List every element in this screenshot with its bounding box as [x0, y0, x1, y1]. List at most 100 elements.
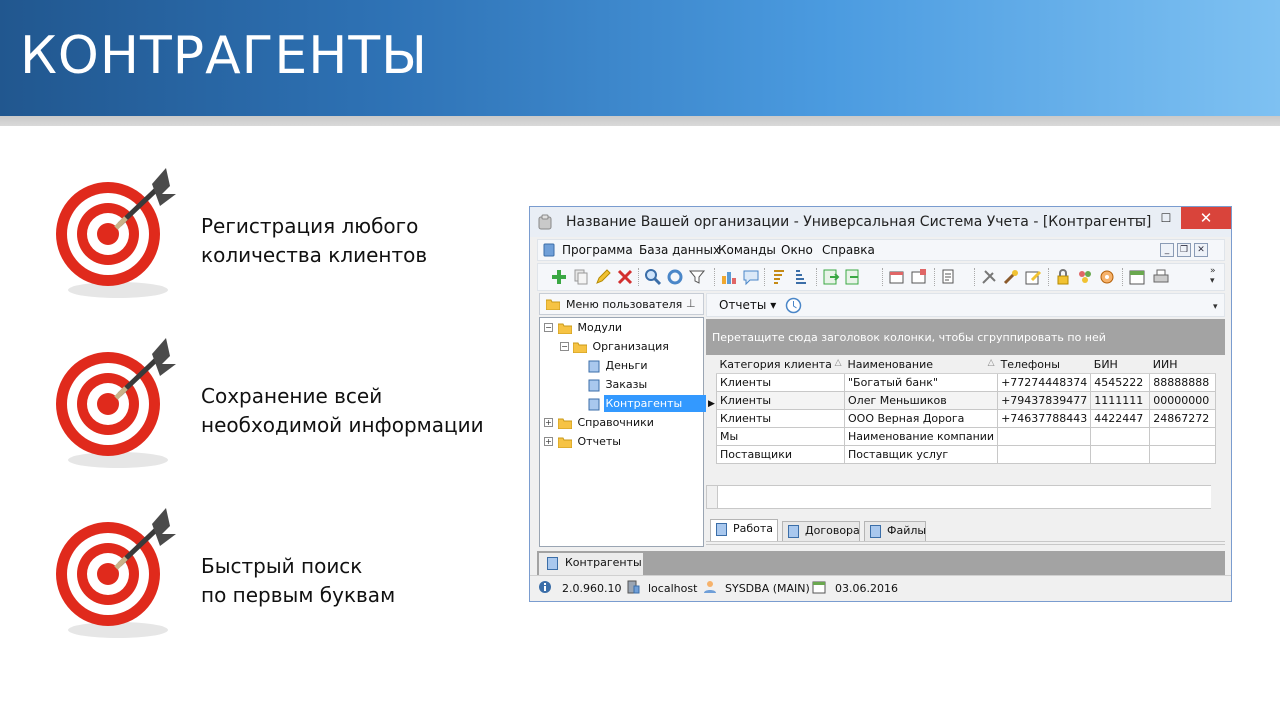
menu-bar: Программа База данных Команды Окно Справ…: [537, 239, 1225, 261]
mdi-restore-button[interactable]: ❐: [1177, 243, 1191, 257]
cell-name[interactable]: ООО Верная Дорога: [843, 408, 999, 428]
import-icon[interactable]: [844, 268, 862, 286]
cell-category[interactable]: Мы: [716, 426, 845, 446]
filter-icon[interactable]: [688, 268, 706, 286]
tree-item-counterparties[interactable]: Контрагенты: [588, 395, 707, 412]
tree-item-organization[interactable]: Организация: [573, 338, 671, 355]
delete-icon[interactable]: [616, 268, 634, 286]
menu-window[interactable]: Окно: [781, 243, 813, 257]
wand-icon[interactable]: [1002, 268, 1020, 286]
tree-label: Справочники: [577, 416, 654, 429]
doc-tab-label: Контрагенты: [565, 556, 642, 569]
cell-iin[interactable]: 24867272: [1149, 408, 1217, 428]
cell-bin[interactable]: 4422447: [1090, 408, 1151, 428]
expand-icon[interactable]: +: [544, 418, 553, 427]
table-row[interactable]: Поставщики Поставщик услуг: [716, 444, 1217, 464]
sort-desc-icon[interactable]: [792, 268, 810, 286]
calendar-icon[interactable]: [1128, 268, 1146, 286]
expand-icon[interactable]: +: [544, 437, 553, 446]
group-panel[interactable]: Перетащите сюда заголовок колонки, чтобы…: [706, 319, 1225, 355]
cell-name[interactable]: Олег Меньшиков: [843, 390, 999, 410]
counterparties-panel: Отчеты ▾ ▾ Перетащите сюда заголовок кол…: [706, 293, 1225, 547]
search-icon[interactable]: [644, 268, 662, 286]
sort-asc-icon[interactable]: [770, 268, 788, 286]
window-titlebar[interactable]: Название Вашей организации - Универсальн…: [530, 207, 1231, 237]
table-row[interactable]: Клиенты "Богатый банк" +77274448374 4545…: [716, 372, 1217, 392]
edit-icon[interactable]: [594, 268, 612, 286]
cell-category[interactable]: Клиенты: [716, 408, 845, 428]
collapse-icon[interactable]: −: [544, 323, 553, 332]
status-user: SYSDBA (MAIN): [725, 582, 810, 595]
tree-item-orders[interactable]: Заказы: [588, 376, 649, 393]
cell-bin[interactable]: [1090, 444, 1151, 464]
mdi-close-button[interactable]: ✕: [1194, 243, 1208, 257]
edit-doc-icon[interactable]: [1024, 268, 1042, 286]
new-window-icon[interactable]: [888, 268, 906, 286]
table-row[interactable]: Клиенты Олег Меньшиков +79437839477 1111…: [716, 390, 1217, 410]
cell-iin[interactable]: 00000000: [1149, 390, 1217, 410]
lock-icon[interactable]: [1054, 268, 1072, 286]
menu-help[interactable]: Справка: [822, 243, 875, 257]
print-preview-icon[interactable]: [940, 268, 958, 286]
table-row[interactable]: Клиенты ООО Верная Дорога +74637788443 4…: [716, 408, 1217, 428]
title-banner: КОНТРАГЕНТЫ: [0, 0, 1280, 118]
menu-program[interactable]: Программа: [562, 243, 633, 257]
cell-phones[interactable]: [997, 426, 1092, 446]
printer-icon[interactable]: [1152, 268, 1170, 286]
cell-name[interactable]: "Богатый банк": [843, 372, 999, 392]
cell-phones[interactable]: [997, 444, 1092, 464]
menu-commands[interactable]: Команды: [718, 243, 776, 257]
tree-item-money[interactable]: Деньги: [588, 357, 649, 374]
add-icon[interactable]: [550, 268, 568, 286]
tools-icon[interactable]: [980, 268, 998, 286]
clock-icon[interactable]: [785, 297, 802, 314]
bullet-2: Сохранение всей необходимой информации: [201, 382, 484, 440]
minimize-button[interactable]: —: [1126, 207, 1154, 229]
pin-icon[interactable]: ⊥: [686, 297, 696, 310]
tab-work[interactable]: Работа: [710, 519, 778, 542]
column-header-bin[interactable]: БИН: [1090, 357, 1150, 374]
column-header-name[interactable]: Наименование △: [844, 357, 998, 374]
tree-item-reports[interactable]: Отчеты: [558, 433, 623, 450]
collapse-icon[interactable]: −: [560, 342, 569, 351]
cell-phones[interactable]: +74637788443: [997, 408, 1092, 428]
export-icon[interactable]: [822, 268, 840, 286]
cell-bin[interactable]: 1111111: [1090, 390, 1151, 410]
reports-dropdown[interactable]: Отчеты ▾: [719, 298, 776, 312]
cell-name[interactable]: Наименование компании: [843, 426, 999, 446]
cell-iin[interactable]: [1149, 426, 1217, 446]
tree-item-directories[interactable]: Справочники: [558, 414, 656, 431]
column-header-iin[interactable]: ИИН: [1149, 357, 1216, 374]
doc-tab-counterparties[interactable]: Контрагенты: [539, 553, 643, 575]
tab-contracts[interactable]: Договора: [782, 521, 860, 541]
cell-bin[interactable]: 4545222: [1090, 372, 1151, 392]
cell-bin[interactable]: [1090, 426, 1151, 446]
tab-files[interactable]: Файлы: [864, 521, 926, 541]
copy-icon[interactable]: [572, 268, 590, 286]
settings-icon[interactable]: [1098, 268, 1116, 286]
user-menu-header[interactable]: Меню пользователя ⊥: [539, 293, 704, 315]
users-icon[interactable]: [1076, 268, 1094, 286]
cell-phones[interactable]: +79437839477: [997, 390, 1092, 410]
cell-category[interactable]: Клиенты: [716, 390, 845, 410]
maximize-button[interactable]: ☐: [1152, 207, 1180, 229]
refresh-icon[interactable]: [666, 268, 684, 286]
cell-phones[interactable]: +77274448374: [997, 372, 1092, 392]
new-doc-icon[interactable]: [910, 268, 928, 286]
column-header-category[interactable]: Категория клиента △: [716, 357, 845, 374]
chart-icon[interactable]: [720, 268, 738, 286]
mdi-minimize-button[interactable]: _: [1160, 243, 1174, 257]
cell-iin[interactable]: 88888888: [1149, 372, 1217, 392]
comment-icon[interactable]: [742, 268, 760, 286]
close-button[interactable]: ✕: [1181, 207, 1231, 229]
cell-category[interactable]: Поставщики: [716, 444, 845, 464]
column-header-phones[interactable]: Телефоны: [997, 357, 1091, 374]
menu-database[interactable]: База данных: [639, 243, 720, 257]
table-row[interactable]: Мы Наименование компании: [716, 426, 1217, 446]
panel-overflow-icon[interactable]: ▾: [1213, 302, 1218, 312]
tree-item-modules[interactable]: Модули: [558, 319, 624, 336]
cell-iin[interactable]: [1149, 444, 1217, 464]
cell-name[interactable]: Поставщик услуг: [843, 444, 999, 464]
cell-category[interactable]: Клиенты: [716, 372, 845, 392]
toolbar-overflow-icon[interactable]: » ▾: [1210, 266, 1216, 286]
